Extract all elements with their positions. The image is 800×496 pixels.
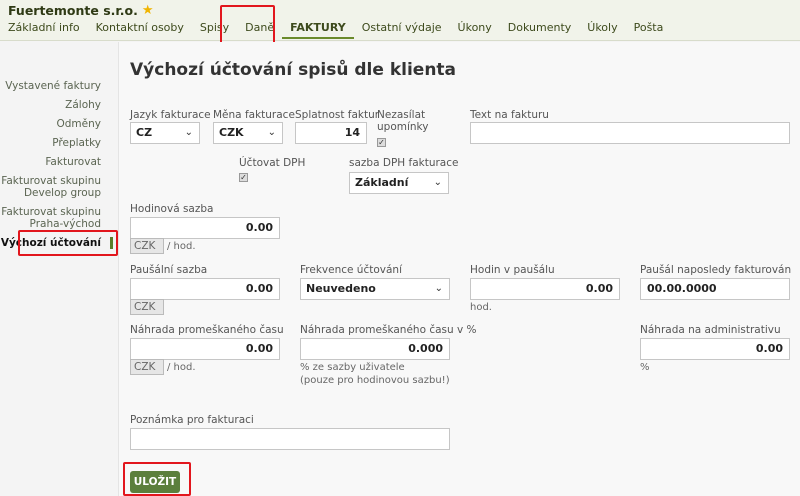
- pausalni-input[interactable]: 0.00: [130, 278, 280, 300]
- nav-faktury[interactable]: FAKTURY: [282, 21, 354, 39]
- nahrada-input[interactable]: 0.00: [130, 338, 280, 360]
- nav-spisy[interactable]: Spisy: [192, 21, 237, 39]
- sidebar-item-fakturovat-develop[interactable]: Fakturovat skupinu Develop group: [0, 175, 113, 199]
- nahrada-pct-input[interactable]: 0.000: [300, 338, 450, 360]
- nahrada-currency: CZK: [130, 359, 164, 375]
- nezasilat-checkbox[interactable]: ✓: [377, 138, 386, 147]
- sazba-dph-select[interactable]: Základní ⌄: [349, 172, 449, 194]
- nahrada-label: Náhrada promeškaného času: [130, 324, 284, 336]
- nahrada-admin-unit: %: [640, 362, 650, 373]
- nav-ukoly[interactable]: Úkoly: [579, 21, 625, 39]
- hodinova-label: Hodinová sazba: [130, 203, 214, 215]
- chevron-down-icon: ⌄: [184, 127, 193, 138]
- poznamka-label: Poznámka pro fakturaci: [130, 414, 254, 426]
- nav-posta[interactable]: Pošta: [626, 21, 672, 39]
- nahrada-pct-hint-line2: (pouze pro hodinovou sazbu!): [300, 375, 450, 386]
- top-header: Fuertemonte s.r.o. ★ Základní info Konta…: [0, 0, 800, 41]
- hodinova-input[interactable]: 0.00: [130, 217, 280, 239]
- company-title[interactable]: Fuertemonte s.r.o.: [8, 3, 138, 18]
- sazba-dph-value: Základní: [355, 176, 409, 189]
- nahrada-admin-label: Náhrada na administrativu: [640, 324, 781, 336]
- sazba-dph-label: sazba DPH fakturace: [349, 157, 459, 169]
- sidebar: Vystavené faktury Zálohy Odměny Přeplatk…: [0, 80, 113, 256]
- nav-kontaktni-osoby[interactable]: Kontaktní osoby: [88, 21, 192, 39]
- chevron-down-icon: ⌄: [267, 127, 276, 138]
- nezasilat-label-line1: Nezasílat: [377, 109, 426, 121]
- frekvence-select[interactable]: Neuvedeno ⌄: [300, 278, 450, 300]
- frekvence-value: Neuvedeno: [306, 282, 376, 295]
- nahrada-unit: / hod.: [167, 362, 196, 373]
- jazyk-value: CZ: [136, 126, 153, 139]
- nav-ostatni-vydaje[interactable]: Ostatní výdaje: [354, 21, 450, 39]
- nav-dane[interactable]: Daně: [237, 21, 282, 39]
- hodin-pausal-input[interactable]: 0.00: [470, 278, 620, 300]
- sidebar-item-preplatky[interactable]: Přeplatky: [0, 137, 113, 149]
- nahrada-admin-input[interactable]: 0.00: [640, 338, 790, 360]
- hodinova-currency: CZK: [130, 238, 164, 254]
- splatnost-label: Splatnost faktur: [295, 109, 380, 121]
- nav-ukony[interactable]: Úkony: [450, 21, 500, 39]
- text-faktura-label: Text na fakturu: [470, 109, 549, 121]
- nav-dokumenty[interactable]: Dokumenty: [500, 21, 579, 39]
- pausal-naposledy-label: Paušál naposledy fakturován: [640, 264, 792, 276]
- pausal-naposledy-input[interactable]: 00.00.0000: [640, 278, 790, 300]
- frekvence-label: Frekvence účtování: [300, 264, 402, 276]
- sidebar-item-zalohy[interactable]: Zálohy: [0, 99, 113, 111]
- main-nav: Základní info Kontaktní osoby Spisy Daně…: [0, 21, 671, 39]
- chevron-down-icon: ⌄: [433, 177, 442, 188]
- company-name[interactable]: Fuertemonte s.r.o. ★: [8, 3, 154, 18]
- mena-select[interactable]: CZK ⌄: [213, 122, 283, 144]
- text-faktura-input[interactable]: [470, 122, 790, 144]
- hodinova-unit: / hod.: [167, 241, 196, 252]
- jazyk-select[interactable]: CZ ⌄: [130, 122, 200, 144]
- mena-value: CZK: [219, 126, 244, 139]
- splatnost-input[interactable]: 14: [295, 122, 367, 144]
- save-button[interactable]: ULOŽIT: [130, 471, 180, 493]
- sidebar-item-vychozi-uctovani[interactable]: Výchozí účtování: [0, 237, 113, 249]
- page-title: Výchozí účtování spisů dle klienta: [130, 60, 457, 80]
- nahrada-pct-label: Náhrada promeškaného času v %: [300, 324, 477, 336]
- nahrada-pct-hint-line1: % ze sazby uživatele: [300, 362, 405, 373]
- sidebar-item-fakturovat[interactable]: Fakturovat: [0, 156, 113, 168]
- sidebar-item-fakturovat-praha[interactable]: Fakturovat skupinu Praha-východ: [0, 206, 113, 230]
- nezasilat-label: Nezasílat upomínky: [377, 109, 428, 133]
- hodin-unit: hod.: [470, 302, 492, 313]
- sidebar-item-vystavene-faktury[interactable]: Vystavené faktury: [0, 80, 113, 92]
- uctovat-dph-checkbox[interactable]: ✓: [239, 173, 248, 182]
- nezasilat-label-line2: upomínky: [377, 121, 429, 133]
- sidebar-item-odmeny[interactable]: Odměny: [0, 118, 113, 130]
- uctovat-dph-label: Účtovat DPH: [239, 157, 306, 169]
- pausalni-currency: CZK: [130, 299, 164, 315]
- poznamka-input[interactable]: [130, 428, 450, 450]
- nav-zakladni-info[interactable]: Základní info: [0, 21, 88, 39]
- chevron-down-icon: ⌄: [434, 283, 443, 294]
- hodin-pausal-label: Hodin v paušálu: [470, 264, 555, 276]
- pausalni-label: Paušální sazba: [130, 264, 208, 276]
- nahrada-pct-hint: % ze sazby uživatele (pouze pro hodinovo…: [300, 361, 450, 387]
- jazyk-label: Jazyk fakturace: [130, 109, 211, 121]
- mena-label: Měna fakturace: [213, 109, 295, 121]
- favorite-star-icon[interactable]: ★: [142, 3, 154, 18]
